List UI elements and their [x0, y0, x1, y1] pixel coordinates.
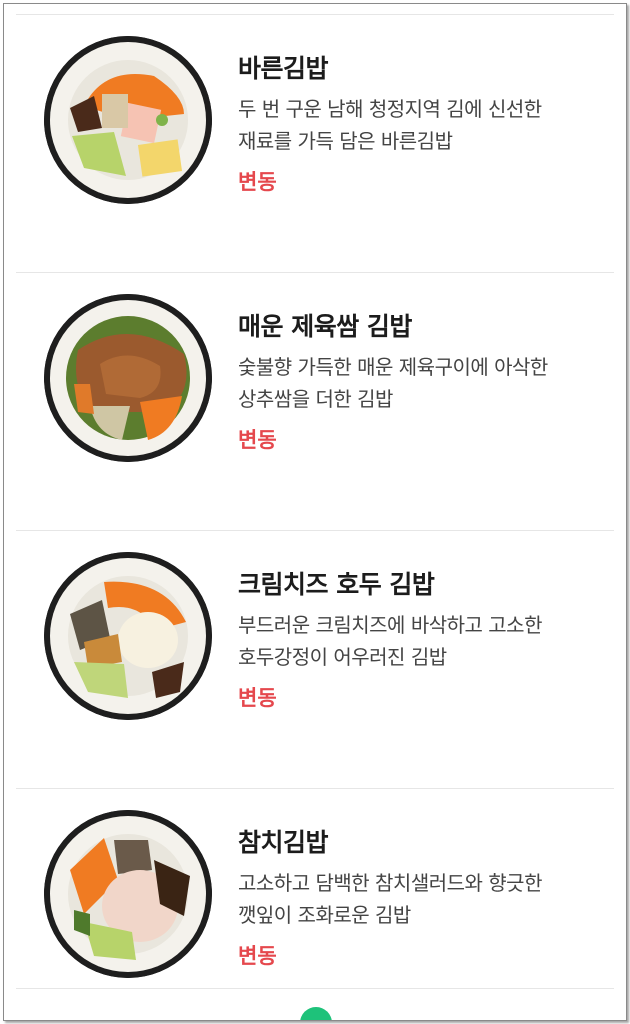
- menu-item-info: 참치김밥 고소하고 담백한 참치샐러드와 향긋한 깻잎이 조화로운 김밥 변동: [238, 825, 604, 971]
- menu-item-cream-cheese-walnut-kimbap[interactable]: 크림치즈 호두 김밥 부드러운 크림치즈에 바삭하고 고소한 호두강정이 어우러…: [16, 531, 614, 789]
- price-status-badge: 변동: [238, 686, 277, 710]
- menu-item-barun-kimbap[interactable]: 바른김밥 두 번 구운 남해 청정지역 김에 신선한 재료를 가득 담은 바른김…: [16, 15, 614, 273]
- menu-item-description: 두 번 구운 남해 청정지역 김에 신선한 재료를 가득 담은 바른김밥: [238, 93, 588, 157]
- menu-item-info: 매운 제육쌈 김밥 숯불향 가득한 매운 제육구이에 아삭한 상추쌈을 더한 김…: [238, 309, 604, 455]
- description-line-2: 깻잎이 조화로운 김밥: [238, 903, 411, 927]
- description-line-1: 두 번 구운 남해 청정지역 김에 신선한: [238, 97, 542, 121]
- menu-item-name: 참치김밥: [238, 828, 329, 857]
- price-status-badge: 변동: [238, 428, 277, 452]
- price-status-badge: 변동: [238, 170, 277, 194]
- app-frame: 바른김밥 두 번 구운 남해 청정지역 김에 신선한 재료를 가득 담은 바른김…: [3, 3, 627, 1021]
- menu-item-description: 고소하고 담백한 참치샐러드와 향긋한 깻잎이 조화로운 김밥: [238, 867, 588, 931]
- description-line-1: 숯불향 가득한 매운 제육구이에 아삭한: [238, 355, 548, 379]
- menu-item-info: 크림치즈 호두 김밥 부드러운 크림치즈에 바삭하고 고소한 호두강정이 어우러…: [238, 567, 604, 713]
- kimbap-tuna-image: [44, 810, 212, 978]
- menu-item-name: 크림치즈 호두 김밥: [238, 570, 435, 599]
- description-line-2: 상추쌈을 더한 김밥: [238, 387, 393, 411]
- menu-item-name: 바른김밥: [238, 54, 329, 83]
- description-line-2: 호두강정이 어우러진 김밥: [238, 645, 447, 669]
- description-line-1: 고소하고 담백한 참치샐러드와 향긋한: [238, 871, 542, 895]
- menu-item-name: 매운 제육쌈 김밥: [238, 312, 412, 341]
- menu-item-spicy-pork-kimbap[interactable]: 매운 제육쌈 김밥 숯불향 가득한 매운 제육구이에 아삭한 상추쌈을 더한 김…: [16, 273, 614, 531]
- description-line-2: 재료를 가득 담은 바른김밥: [238, 129, 453, 153]
- kimbap-spicy-pork-image: [44, 294, 212, 462]
- kimbap-cream-cheese-walnut-image: [44, 552, 212, 720]
- menu-item-description: 숯불향 가득한 매운 제육구이에 아삭한 상추쌈을 더한 김밥: [238, 351, 588, 415]
- menu-item-info: 바른김밥 두 번 구운 남해 청정지역 김에 신선한 재료를 가득 담은 바른김…: [238, 51, 604, 197]
- price-status-badge: 변동: [238, 944, 277, 968]
- description-line-1: 부드러운 크림치즈에 바삭하고 고소한: [238, 613, 542, 637]
- kimbap-classic-image: [44, 36, 212, 204]
- menu-item-description: 부드러운 크림치즈에 바삭하고 고소한 호두강정이 어우러진 김밥: [238, 609, 588, 673]
- bottom-divider: [16, 988, 614, 989]
- menu-item-tuna-kimbap[interactable]: 참치김밥 고소하고 담백한 참치샐러드와 향긋한 깻잎이 조화로운 김밥 변동: [16, 789, 614, 1020]
- menu-list: 바른김밥 두 번 구운 남해 청정지역 김에 신선한 재료를 가득 담은 바른김…: [16, 15, 614, 1020]
